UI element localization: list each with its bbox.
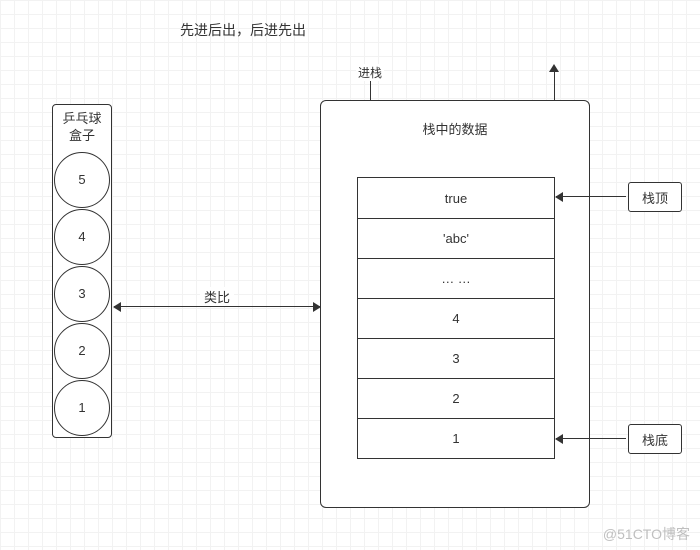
ball: 3 — [54, 266, 110, 322]
watermark: @51CTO博客 — [603, 524, 690, 544]
stack-cell: true — [358, 178, 554, 218]
diagram-title: 先进后出，后进先出 — [180, 20, 306, 40]
push-label: 进栈 — [356, 64, 384, 81]
pingpong-box: 乒乓球盒子 5 4 3 2 1 — [52, 104, 112, 438]
pingpong-label: 乒乓球盒子 — [53, 105, 111, 151]
stack-container: 栈中的数据 true 'abc' … … 4 3 2 1 — [320, 100, 590, 508]
stack-cell: 3 — [358, 338, 554, 378]
ball: 2 — [54, 323, 110, 379]
analogy-arrow: 类比 — [114, 296, 320, 316]
stack-cell: 4 — [358, 298, 554, 338]
bottom-label: 栈底 — [628, 424, 682, 454]
top-label: 栈顶 — [628, 182, 682, 212]
stack-cell: 2 — [358, 378, 554, 418]
stack-cell: 'abc' — [358, 218, 554, 258]
stack-title: 栈中的数据 — [321, 119, 589, 138]
ball: 4 — [54, 209, 110, 265]
ball: 1 — [54, 380, 110, 436]
stack-cells: true 'abc' … … 4 3 2 1 — [357, 177, 555, 459]
analogy-label: 类比 — [200, 287, 234, 306]
top-pointer-arrow — [556, 196, 626, 197]
bottom-pointer-arrow — [556, 438, 626, 439]
stack-cell: 1 — [358, 418, 554, 458]
stack-cell: … … — [358, 258, 554, 298]
ball: 5 — [54, 152, 110, 208]
